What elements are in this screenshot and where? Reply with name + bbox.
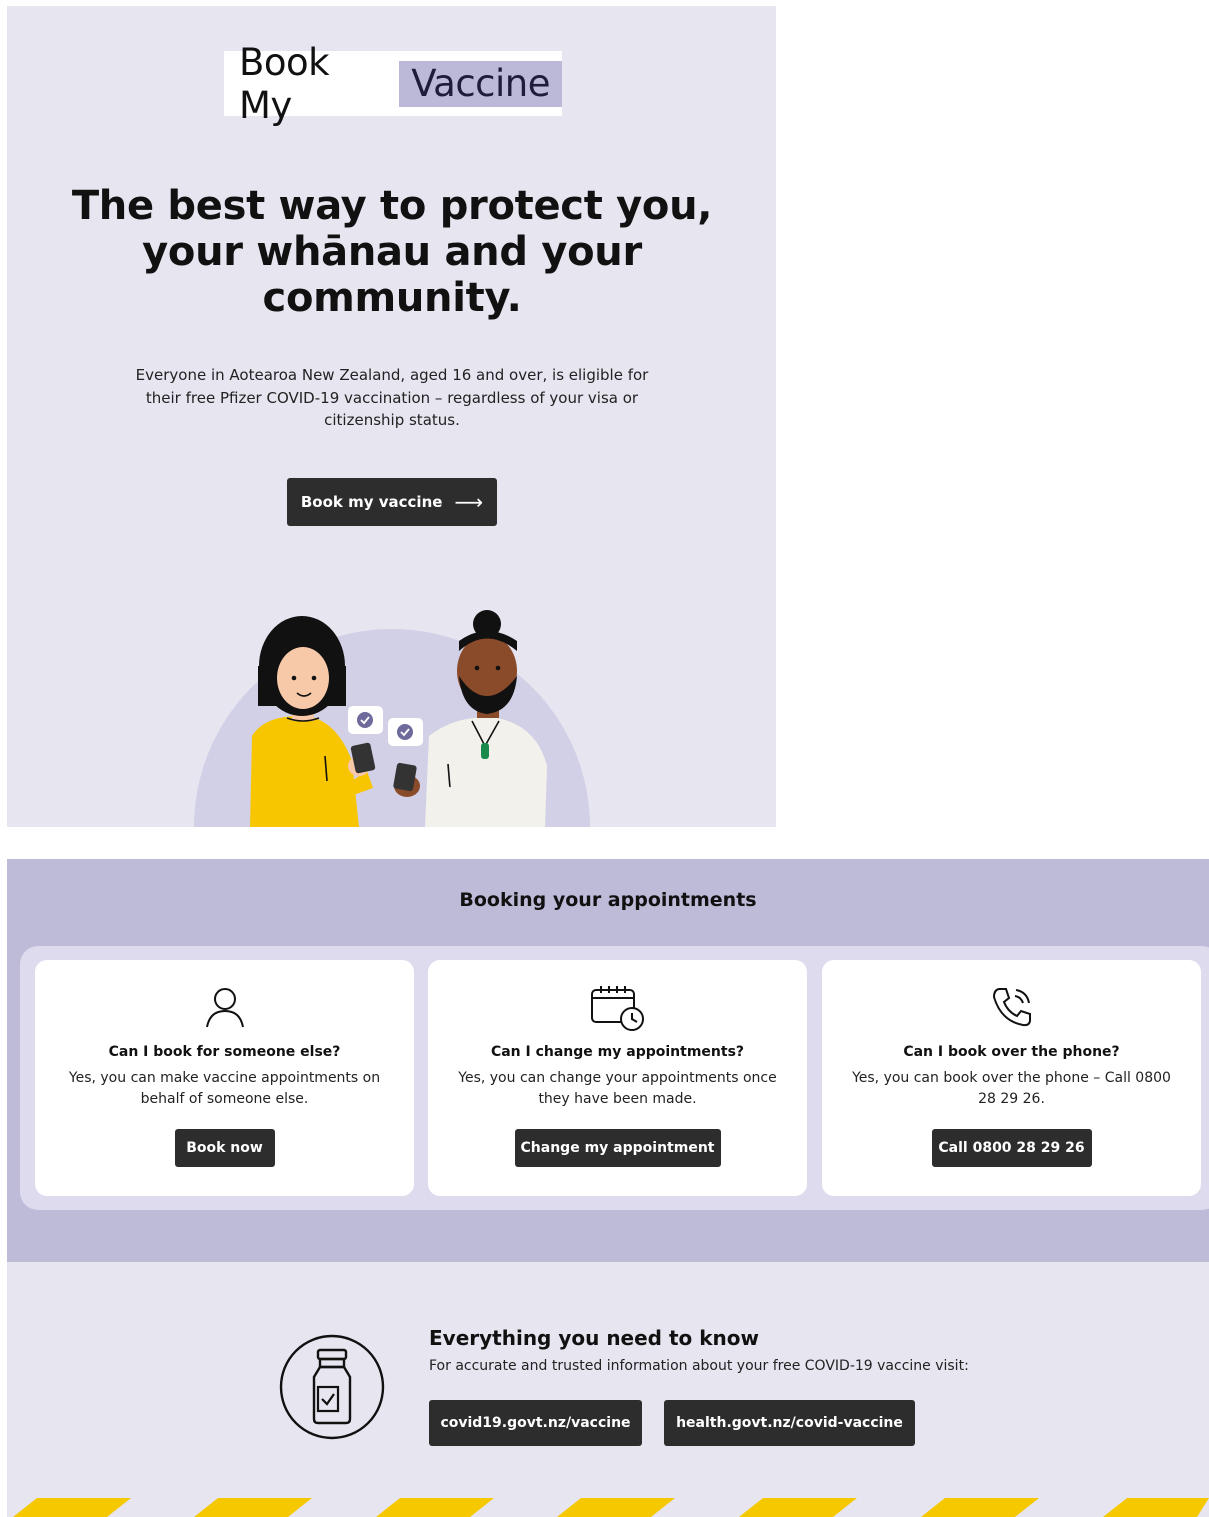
card-answer: Yes, you can make vaccine appointments o… (68, 1070, 381, 1107)
arrow-right-icon: ⟶ (454, 490, 484, 514)
booking-section: Booking your appointments Can I book for… (7, 859, 1209, 1262)
calendar-clock-icon (590, 986, 644, 1031)
covid19-govt-link-button[interactable]: covid19.govt.nz/vaccine (429, 1400, 642, 1446)
booking-section-title: Booking your appointments (459, 889, 757, 911)
person-icon (205, 988, 244, 1028)
people-with-phones-illustration (194, 610, 590, 827)
card-question: Can I book for someone else? (108, 1044, 341, 1060)
hero-title: The best way to protect you, your whānau… (71, 183, 713, 321)
book-my-vaccine-label: Book my vaccine (300, 493, 443, 511)
info-section-description: For accurate and trusted information abo… (429, 1358, 969, 1374)
book-now-button[interactable]: Book now (174, 1129, 275, 1167)
logo-text-book-my: Book My (239, 40, 330, 127)
card-question: Can I change my appointments? (490, 1044, 745, 1060)
vaccine-vial-icon (279, 1334, 385, 1440)
logo-text-vaccine: Vaccine (399, 60, 562, 107)
book-my-vaccine-button[interactable]: Book my vaccine ⟶ (287, 478, 497, 526)
phone-icon (992, 988, 1031, 1027)
card-book-over-phone: Can I book over the phone? Yes, you can … (822, 960, 1201, 1196)
card-change-appointments: Can I change my appointments? Yes, you c… (428, 960, 807, 1196)
booking-cards-container: Can I book for someone else? Yes, you ca… (20, 946, 1209, 1210)
card-question: Can I book over the phone? (903, 1044, 1120, 1060)
hero-section: Book My Vaccine The best way to protect … (7, 6, 776, 827)
health-govt-link-button[interactable]: health.govt.nz/covid-vaccine (664, 1400, 915, 1446)
hazard-stripes-decoration (13, 1498, 1209, 1517)
hero-description: Everyone in Aotearoa New Zealand, aged 1… (135, 366, 649, 429)
info-section-title: Everything you need to know (429, 1326, 759, 1350)
card-answer: Yes, you can change your appointments on… (458, 1070, 777, 1107)
change-my-appointment-button[interactable]: Change my appointment (514, 1129, 721, 1167)
call-phone-button[interactable]: Call 0800 28 29 26 (931, 1129, 1092, 1167)
card-book-for-someone-else: Can I book for someone else? Yes, you ca… (35, 960, 414, 1196)
card-answer: Yes, you can book over the phone – Call … (852, 1070, 1171, 1107)
info-section: Everything you need to know For accurate… (7, 1262, 1209, 1517)
logo[interactable]: Book My Vaccine (224, 41, 562, 127)
